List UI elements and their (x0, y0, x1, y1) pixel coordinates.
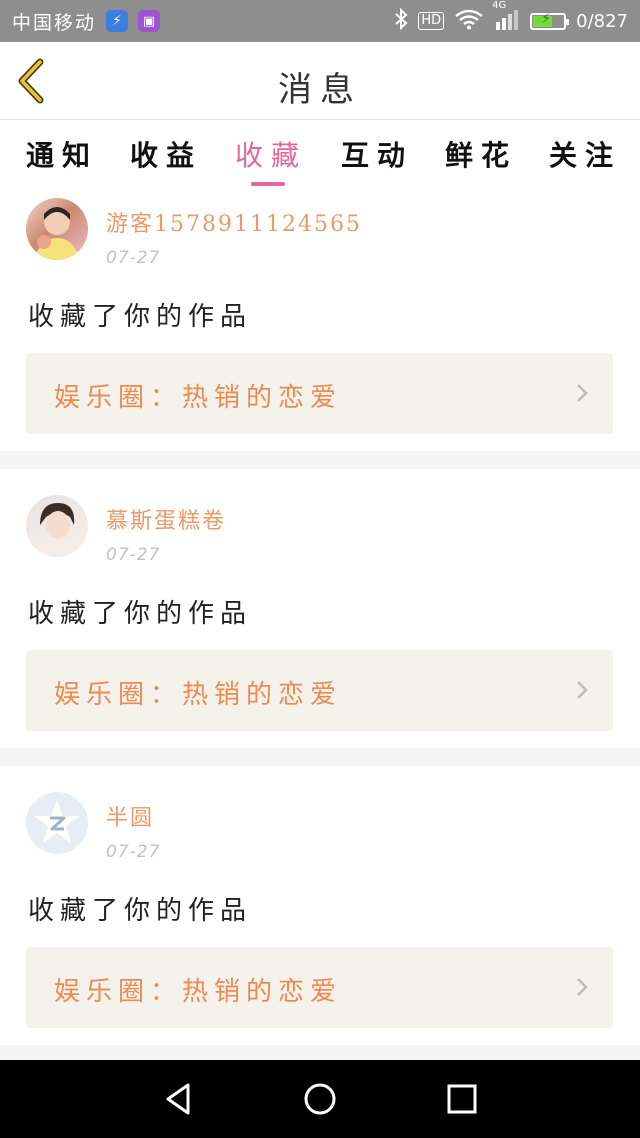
signal-icon: 4G (492, 0, 520, 35)
tab-bar: 通知 收益 收藏 互动 鲜花 关注 (0, 120, 640, 192)
recents-square-icon[interactable] (444, 1081, 480, 1117)
username[interactable]: 游客1578911124565 (106, 206, 362, 238)
chevron-right-icon (577, 384, 588, 402)
back-triangle-icon[interactable] (160, 1081, 196, 1117)
message-date: 07-27 (106, 842, 161, 862)
home-circle-icon[interactable] (302, 1081, 338, 1117)
network-speed: 0/827 (576, 10, 628, 32)
message-date: 07-27 (106, 545, 161, 565)
tab-flowers[interactable]: 鲜花 (445, 134, 517, 174)
tab-interactions[interactable]: 互动 (341, 134, 413, 174)
avatar[interactable] (26, 198, 88, 260)
tab-notifications[interactable]: 通知 (26, 134, 98, 174)
message-date: 07-27 (106, 248, 161, 268)
work-link[interactable]: 娱乐圈：热销的恋爱 (26, 353, 613, 434)
message-text: 收藏了你的作品 (28, 896, 253, 926)
avatar[interactable] (26, 495, 88, 557)
system-nav-bar (0, 1060, 640, 1138)
message-card: 半圆 07-27 收藏了你的作品 娱乐圈：热销的恋爱 (0, 766, 640, 1045)
work-title: 娱乐圈：热销的恋爱 (54, 383, 343, 413)
app-icon-blue: ⚡ (106, 10, 129, 32)
bluetooth-icon (394, 7, 408, 35)
tab-earnings[interactable]: 收益 (130, 134, 202, 174)
battery-icon: ⚡ (530, 11, 570, 30)
active-tab-indicator (251, 182, 285, 186)
work-link[interactable]: 娱乐圈：热销的恋爱 (26, 947, 613, 1028)
page-title: 消息 (278, 70, 362, 110)
carrier-name: 中国移动 (12, 11, 97, 34)
work-link[interactable]: 娱乐圈：热销的恋爱 (26, 650, 613, 731)
wifi-icon (454, 8, 484, 35)
message-text: 收藏了你的作品 (28, 302, 253, 332)
work-title: 娱乐圈：热销的恋爱 (54, 680, 343, 710)
app-icon-purple: ▣ (138, 10, 161, 32)
message-text: 收藏了你的作品 (28, 599, 253, 629)
message-card: 游客1578911124565 07-27 收藏了你的作品 娱乐圈：热销的恋爱 (0, 192, 640, 451)
status-bar: 中国移动 ⚡ ▣ HD 4G ⚡ 0/827 (0, 0, 640, 42)
chevron-right-icon (577, 681, 588, 699)
tab-follows[interactable]: 关注 (549, 134, 621, 174)
work-title: 娱乐圈：热销的恋爱 (54, 977, 343, 1007)
network-type: 4G (492, 0, 507, 11)
chevron-right-icon (577, 978, 588, 996)
hd-badge: HD (418, 12, 445, 30)
header-bar: 消息 (0, 42, 640, 120)
tab-favorites[interactable]: 收藏 (235, 134, 307, 174)
username[interactable]: 慕斯蛋糕卷 (106, 503, 226, 535)
default-avatar-icon[interactable] (26, 792, 88, 854)
username[interactable]: 半圆 (106, 800, 154, 832)
message-card: 慕斯蛋糕卷 07-27 收藏了你的作品 娱乐圈：热销的恋爱 (0, 469, 640, 748)
